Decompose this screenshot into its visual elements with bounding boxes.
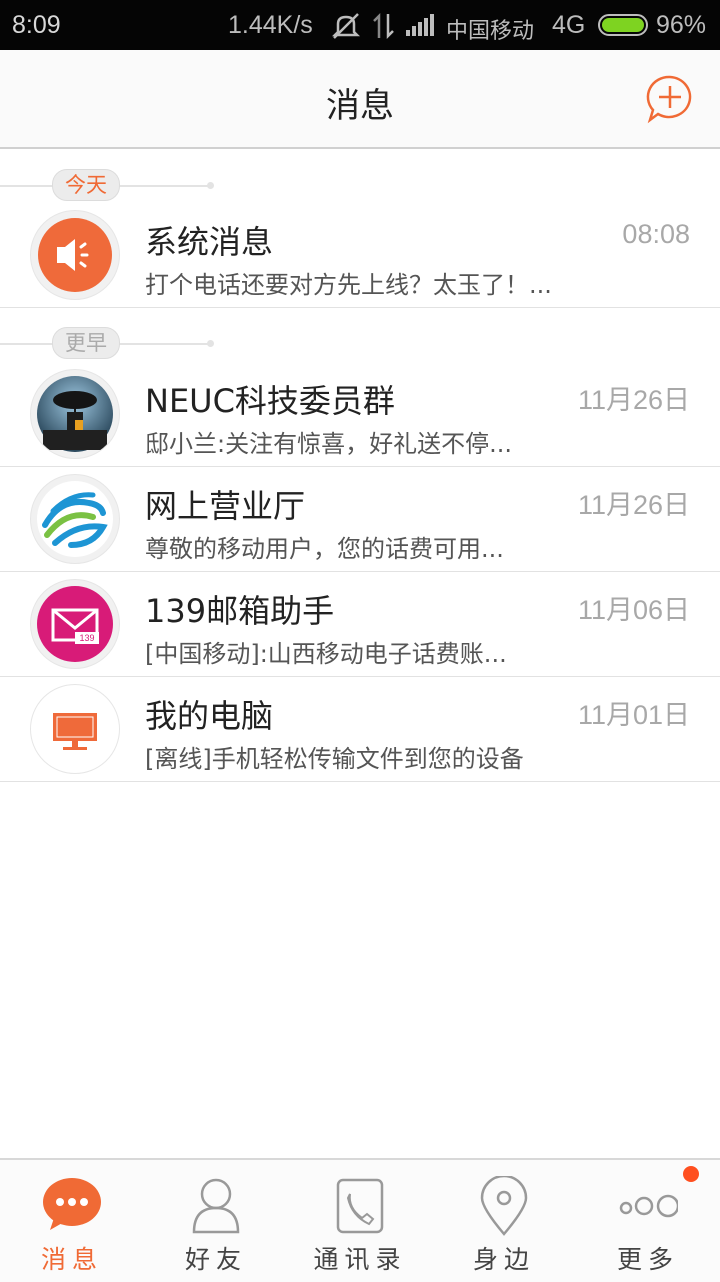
status-network: 4G — [552, 11, 586, 39]
data-arrows-icon — [373, 12, 394, 40]
chat-bubble-icon — [43, 1178, 101, 1230]
message-preview: 邸小兰:关注有惊喜，好礼送不停... — [145, 430, 512, 458]
status-battery: 96% — [656, 11, 707, 39]
message-row-online-hall[interactable]: 网上营业厅 11月26日 尊敬的移动用户，您的话费可用... — [0, 467, 720, 572]
phone-book-icon — [336, 1178, 384, 1234]
message-row-system[interactable]: 系统消息 08:08 打个电话还要对方先上线？太玉了！... — [0, 203, 720, 308]
status-carrier: 中国移动 — [446, 19, 535, 44]
mute-icon — [331, 13, 361, 39]
battery-icon — [598, 14, 648, 36]
message-time: 11月06日 — [577, 595, 690, 625]
message-time: 08:08 — [622, 219, 690, 249]
status-bar: 8:09 1.44K/s 中国移动 4G 96% — [0, 0, 720, 50]
tab-contacts[interactable]: 通讯录 — [288, 1160, 432, 1282]
signal-icon — [406, 14, 434, 36]
message-time: 11月26日 — [577, 490, 690, 520]
message-name: 系统消息 — [145, 223, 274, 261]
message-time: 11月26日 — [577, 385, 690, 415]
tab-friends[interactable]: 好友 — [144, 1160, 288, 1282]
person-icon — [192, 1178, 240, 1234]
notification-dot — [683, 1166, 699, 1182]
tab-nearby[interactable]: 身边 — [432, 1160, 576, 1282]
tab-messages[interactable]: 消息 — [0, 1160, 144, 1282]
tab-label: 更多 — [616, 1245, 679, 1274]
svg-text:139: 139 — [79, 633, 94, 643]
more-circles-icon — [619, 1194, 678, 1218]
message-preview: [中国移动]:山西移动电子话费账... — [145, 640, 507, 668]
status-time: 8:09 — [12, 11, 61, 39]
tab-label: 通讯录 — [313, 1245, 407, 1274]
bottom-tab-bar: 消息 好友 通讯录 身边 更多 — [0, 1158, 720, 1282]
app-header: 消息 — [0, 50, 720, 149]
monitor-icon — [53, 713, 97, 750]
tab-label: 身边 — [472, 1245, 535, 1274]
tab-label: 消息 — [40, 1245, 103, 1274]
page-title: 消息 — [326, 86, 394, 126]
message-name: 我的电脑 — [145, 697, 274, 735]
avatar — [30, 684, 120, 774]
message-name: 139邮箱助手 — [145, 592, 335, 630]
message-preview: [离线]手机轻松传输文件到您的设备 — [145, 745, 524, 773]
status-speed: 1.44K/s — [228, 11, 313, 39]
avatar — [30, 474, 120, 564]
message-row-mailbox[interactable]: 139 139邮箱助手 11月06日 [中国移动]:山西移动电子话费账... — [0, 572, 720, 677]
china-mobile-logo — [37, 481, 113, 557]
message-name: NEUC科技委员群 — [145, 382, 395, 420]
section-earlier: 更早 — [0, 327, 720, 361]
tab-label: 好友 — [184, 1245, 247, 1274]
section-label-today: 今天 — [52, 169, 120, 201]
section-label-earlier: 更早 — [52, 327, 120, 359]
section-today: 今天 — [0, 169, 720, 203]
avatar: 139 — [30, 579, 120, 669]
avatar — [30, 369, 120, 459]
message-preview: 尊敬的移动用户，您的话费可用... — [145, 535, 504, 563]
tab-more[interactable]: 更多 — [576, 1160, 720, 1282]
avatar — [30, 210, 120, 300]
mail-139-icon: 139 — [37, 586, 113, 662]
message-preview: 打个电话还要对方先上线？太玉了！... — [145, 271, 552, 299]
message-row-group[interactable]: NEUC科技委员群 11月26日 邸小兰:关注有惊喜，好礼送不停... — [0, 362, 720, 467]
add-chat-icon[interactable] — [644, 74, 696, 124]
message-row-my-computer[interactable]: 我的电脑 11月01日 [离线]手机轻松传输文件到您的设备 — [0, 677, 720, 782]
group-photo-avatar — [37, 376, 113, 452]
location-pin-icon — [480, 1176, 528, 1236]
message-name: 网上营业厅 — [145, 487, 306, 525]
speaker-icon — [38, 218, 112, 292]
message-time: 11月01日 — [577, 700, 690, 730]
